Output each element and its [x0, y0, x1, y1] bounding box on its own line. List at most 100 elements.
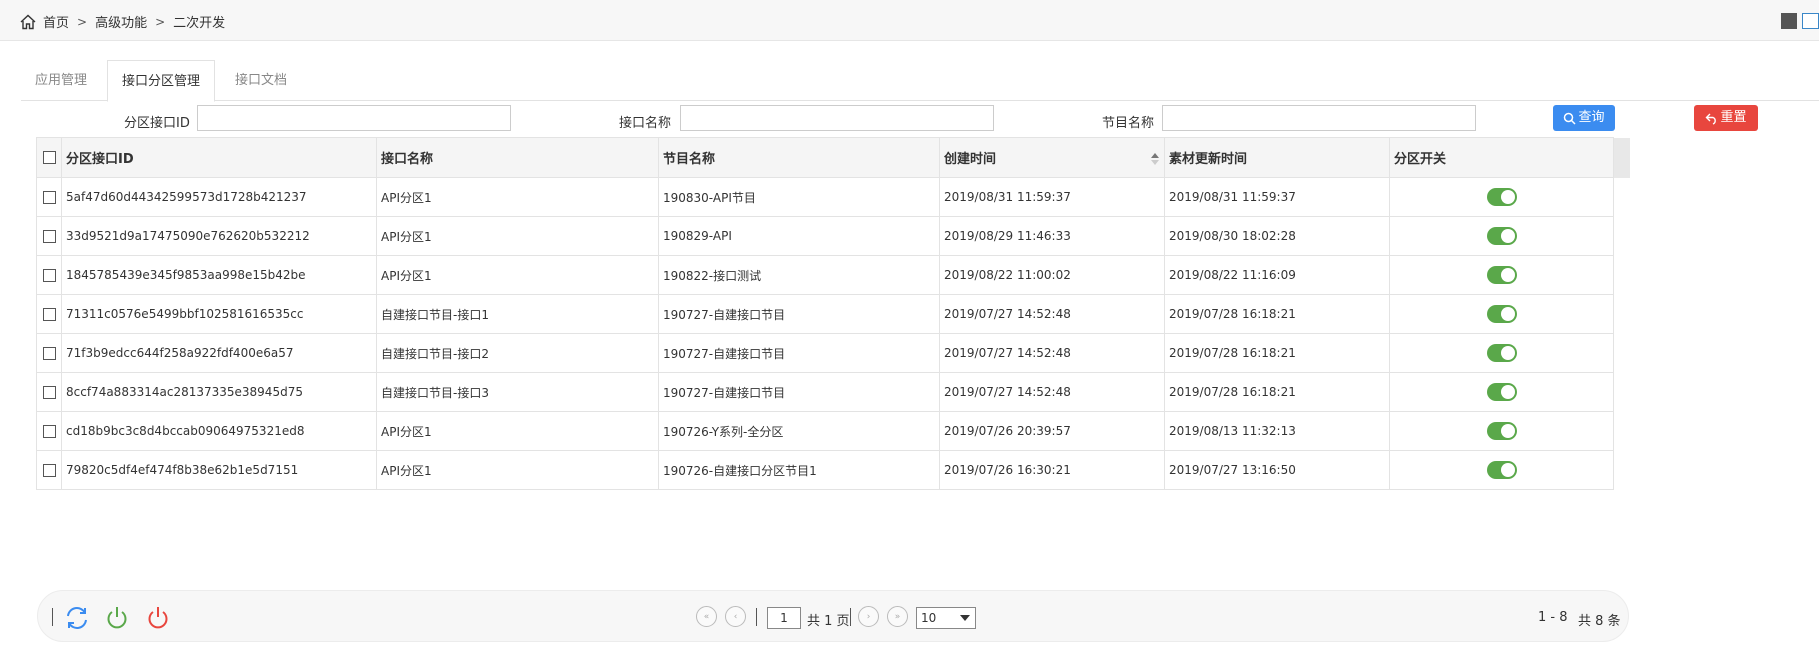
interface-name-input[interactable]: [680, 105, 994, 131]
cell-program-name: 190726-自建接口分区节目1: [658, 450, 940, 490]
table-row[interactable]: 33d9521d9a17475090e762620b532212 API分区1 19…: [36, 216, 1631, 256]
table-header-row: 分区接口ID 接口名称 节目名称 创建时间 素材更新时间 分区开关: [36, 137, 1631, 178]
tab-interface-partition[interactable]: 接口分区管理: [107, 60, 216, 102]
cell-switch: [1389, 216, 1614, 256]
row-select-cell: [36, 255, 62, 295]
partition-switch-toggle[interactable]: [1486, 188, 1517, 206]
tab-app-management[interactable]: 应用管理: [21, 60, 101, 101]
cell-partition-id: cd18b9bc3c8d4bccab09064975321ed8: [61, 411, 377, 451]
cell-partition-id: 79820c5df4ef474f8b38e62b1e5d7151: [61, 450, 377, 490]
table-row[interactable]: 71311c0576e5499bbf102581616535cc 自建接口节目-接…: [36, 294, 1631, 334]
cell-partition-id: 1845785439e345f9853aa998e15b42be: [61, 255, 377, 295]
col-header-updated-time[interactable]: 素材更新时间: [1164, 137, 1390, 178]
cell-created-time: 2019/08/22 11:00:02: [939, 255, 1165, 295]
row-checkbox[interactable]: [42, 347, 56, 360]
col-header-program-name[interactable]: 节目名称: [658, 137, 940, 178]
last-page-button[interactable]: »: [887, 606, 908, 627]
divider: [756, 608, 757, 626]
row-checkbox[interactable]: [42, 386, 56, 399]
row-checkbox[interactable]: [42, 191, 56, 204]
cell-switch: [1389, 177, 1614, 217]
restore-icon[interactable]: [1802, 13, 1819, 29]
cell-updated-time: 2019/08/30 18:02:28: [1164, 216, 1390, 256]
query-button[interactable]: 查询: [1553, 105, 1615, 131]
top-bar: 首页 > 高级功能 > 二次开发: [0, 0, 1819, 41]
scrollbar-header: [1613, 137, 1631, 178]
sort-icon[interactable]: [1150, 152, 1160, 166]
col-header-interface-name[interactable]: 接口名称: [376, 137, 659, 178]
cell-updated-time: 2019/07/28 16:18:21: [1164, 372, 1390, 412]
partition-switch-toggle[interactable]: [1486, 422, 1517, 440]
col-header-partition-id[interactable]: 分区接口ID: [61, 137, 377, 178]
table-row[interactable]: 71f3b9edcc644f258a922fdf400e6a57 自建接口节目-接…: [36, 333, 1631, 373]
cell-interface-name: API分区1: [376, 411, 659, 451]
partition-switch-toggle[interactable]: [1486, 305, 1517, 323]
breadcrumb-advanced[interactable]: 高级功能: [95, 12, 147, 31]
table-row[interactable]: 5af47d60d44342599573d1728b421237 API分区1 19…: [36, 177, 1631, 217]
cell-interface-name: 自建接口节目-接口3: [376, 372, 659, 412]
program-name-label: 节目名称: [1102, 116, 1155, 131]
cell-program-name: 190726-Y系列-全分区: [658, 411, 940, 451]
cell-updated-time: 2019/08/31 11:59:37: [1164, 177, 1390, 217]
first-page-button[interactable]: «: [696, 606, 717, 627]
cell-program-name: 190727-自建接口节目: [658, 372, 940, 412]
cell-switch: [1389, 255, 1614, 295]
scroll-gutter: [1614, 217, 1631, 256]
cell-partition-id: 71f3b9edcc644f258a922fdf400e6a57: [61, 333, 377, 373]
breadcrumb-home[interactable]: 首页: [43, 12, 69, 31]
table-row[interactable]: 79820c5df4ef474f8b38e62b1e5d7151 API分区1 19…: [36, 450, 1631, 490]
row-select-cell: [36, 411, 62, 451]
cell-interface-name: API分区1: [376, 177, 659, 217]
divider: [850, 608, 851, 626]
partition-table: 分区接口ID 接口名称 节目名称 创建时间 素材更新时间 分区开关 5af47d…: [36, 137, 1631, 490]
cell-created-time: 2019/08/31 11:59:37: [939, 177, 1165, 217]
table-row[interactable]: cd18b9bc3c8d4bccab09064975321ed8 API分区1 19…: [36, 411, 1631, 451]
row-checkbox[interactable]: [42, 230, 56, 243]
home-icon[interactable]: [19, 14, 37, 30]
current-page-input[interactable]: 1: [767, 607, 801, 629]
program-name-input[interactable]: [1162, 105, 1476, 131]
table-row[interactable]: 8ccf74a883314ac28137335e38945d75 自建接口节目-接…: [36, 372, 1631, 412]
row-checkbox[interactable]: [42, 464, 56, 477]
tab-interface-docs[interactable]: 接口文档: [221, 60, 301, 101]
power-on-icon[interactable]: [104, 605, 130, 631]
col-header-created-time-label: 创建时间: [944, 152, 997, 167]
refresh-icon[interactable]: [64, 605, 90, 631]
breadcrumb-current: 二次开发: [173, 16, 226, 31]
partition-switch-toggle[interactable]: [1486, 383, 1517, 401]
row-checkbox[interactable]: [42, 425, 56, 438]
prev-page-button[interactable]: ‹: [725, 606, 746, 627]
scroll-gutter: [1614, 295, 1631, 334]
chevron-right-icon: >: [77, 14, 88, 29]
cell-updated-time: 2019/07/28 16:18:21: [1164, 333, 1390, 373]
row-checkbox[interactable]: [42, 269, 56, 282]
partition-switch-toggle[interactable]: [1486, 227, 1517, 245]
col-header-switch[interactable]: 分区开关: [1389, 137, 1614, 178]
partition-switch-toggle[interactable]: [1486, 266, 1517, 284]
table-body: 5af47d60d44342599573d1728b421237 API分区1 19…: [36, 177, 1631, 490]
next-page-button[interactable]: ›: [858, 606, 879, 627]
cell-program-name: 190830-API节目: [658, 177, 940, 217]
partition-id-input[interactable]: [197, 105, 511, 131]
partition-switch-toggle[interactable]: [1486, 344, 1517, 362]
select-all-checkbox[interactable]: [42, 151, 56, 164]
query-label: 查询: [1578, 110, 1605, 125]
minimize-icon[interactable]: [1781, 13, 1797, 29]
cell-switch: [1389, 372, 1614, 412]
cell-interface-name: 自建接口节目-接口1: [376, 294, 659, 334]
page-size-select[interactable]: 10: [916, 607, 976, 629]
power-off-icon[interactable]: [145, 605, 171, 631]
row-checkbox[interactable]: [42, 308, 56, 321]
cell-switch: [1389, 450, 1614, 490]
cell-partition-id: 8ccf74a883314ac28137335e38945d75: [61, 372, 377, 412]
table-row[interactable]: 1845785439e345f9853aa998e15b42be API分区1 19…: [36, 255, 1631, 295]
reset-button[interactable]: 重置: [1694, 105, 1758, 131]
col-header-created-time[interactable]: 创建时间: [939, 137, 1165, 178]
cell-created-time: 2019/07/26 16:30:21: [939, 450, 1165, 490]
row-select-cell: [36, 372, 62, 412]
reset-label: 重置: [1720, 110, 1747, 125]
cell-updated-time: 2019/08/22 11:16:09: [1164, 255, 1390, 295]
scroll-gutter: [1614, 412, 1631, 451]
partition-switch-toggle[interactable]: [1486, 461, 1517, 479]
cell-interface-name: API分区1: [376, 216, 659, 256]
